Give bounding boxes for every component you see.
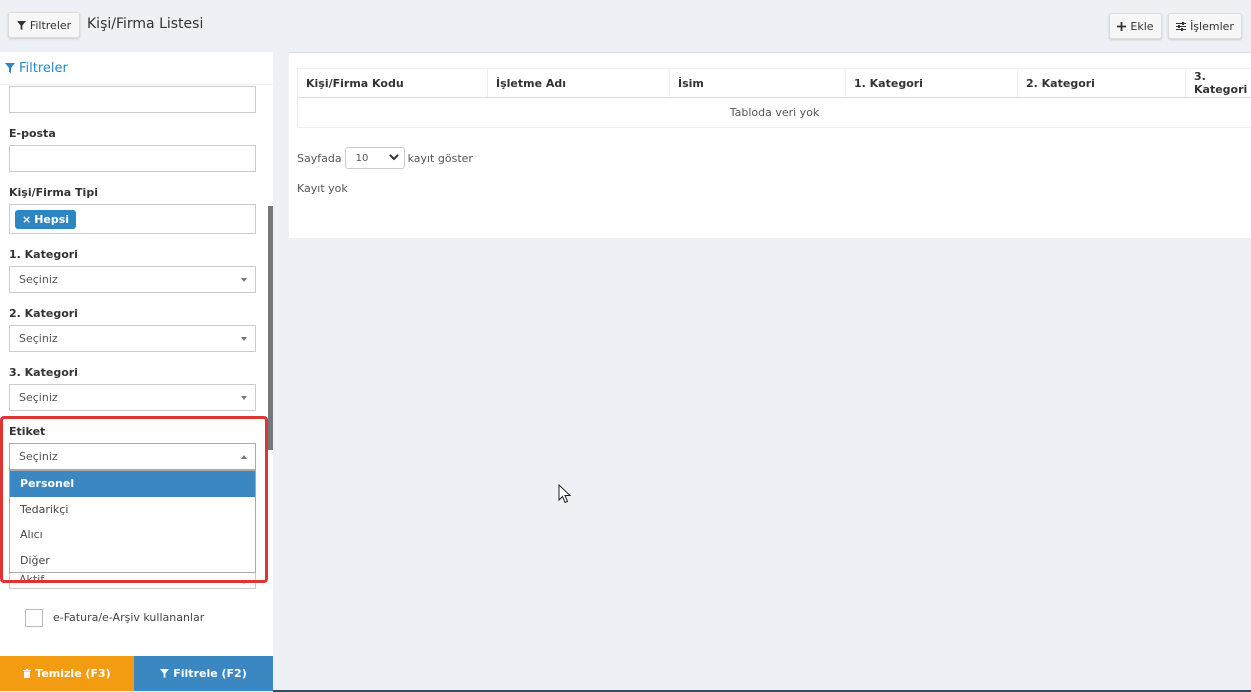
sliders-icon (1176, 21, 1187, 31)
pager-prefix: Sayfada (297, 151, 342, 165)
category3-value: Seçiniz (19, 391, 58, 404)
sidebar-header: Filtreler (0, 52, 273, 85)
filter-icon (160, 669, 170, 678)
filters-toggle-label: Filtreler (29, 18, 72, 32)
category2-value: Seçiniz (19, 332, 58, 345)
page-size-value: 10 (355, 152, 369, 164)
category1-value: Seçiniz (19, 273, 58, 286)
category1-label: 1. Kategori (9, 248, 78, 261)
caret-up-icon (241, 455, 247, 459)
record-info: Kayıt yok (297, 182, 348, 195)
contacts-table: Kişi/Firma Kodu İşletme Adı İsim 1. Kate… (297, 68, 1251, 128)
chevron-down-icon (388, 153, 399, 164)
empty-table-row: Tabloda veri yok (297, 98, 1251, 128)
pager-suffix: kayıt göster (407, 151, 473, 165)
remove-tag-icon[interactable]: × (22, 213, 31, 226)
add-button-label: Ekle (1130, 19, 1154, 33)
caret-down-icon (241, 396, 247, 400)
tag-option[interactable]: Alıcı (10, 522, 255, 548)
operations-button-label: İşlemler (1190, 19, 1234, 33)
caret-down-icon (241, 278, 247, 282)
sidebar-title: Filtreler (19, 60, 68, 76)
type-tag-all[interactable]: × Hepsi (15, 210, 77, 229)
caret-down-icon (241, 580, 247, 584)
tag-dropdown-list: Personel Tedarikçi Alıcı Diğer (9, 470, 256, 573)
page-size-select[interactable]: 10 (344, 147, 405, 169)
column-header[interactable]: 2. Kategori (1017, 69, 1185, 97)
tag-option[interactable]: Tedarikçi (10, 497, 255, 523)
tag-option[interactable]: Diğer (10, 548, 255, 574)
column-header[interactable]: 3. Kategori (1185, 69, 1251, 97)
filters-toggle-button[interactable]: Filtreler (8, 12, 80, 38)
type-multiselect[interactable]: × Hepsi (9, 204, 256, 234)
page-title: Kişi/Firma Listesi (87, 16, 204, 32)
sidebar-actions: Temizle (F3) Filtrele (F2) (0, 656, 273, 691)
clear-button[interactable]: Temizle (F3) (0, 656, 134, 691)
sidebar-scrollbar[interactable] (268, 206, 273, 450)
table-header: Kişi/Firma Kodu İşletme Adı İsim 1. Kate… (297, 68, 1251, 98)
category2-label: 2. Kategori (9, 307, 78, 320)
type-label: Kişi/Firma Tipi (9, 186, 98, 199)
column-header[interactable]: İşletme Adı (487, 69, 669, 97)
page-size-control: Sayfada 10 kayıt göster (297, 147, 473, 169)
add-button[interactable]: Ekle (1109, 13, 1162, 39)
list-panel: Kişi/Firma Kodu İşletme Adı İsim 1. Kate… (289, 52, 1251, 238)
clear-button-label: Temizle (F3) (35, 667, 111, 680)
category1-select[interactable]: Seçiniz (9, 266, 256, 293)
tag-value: Seçiniz (19, 450, 58, 463)
category3-select[interactable]: Seçiniz (9, 384, 256, 411)
email-label: E-posta (9, 127, 56, 140)
filter-icon (16, 20, 26, 30)
caret-down-icon (241, 337, 247, 341)
filter-icon (5, 63, 15, 73)
operations-button[interactable]: İşlemler (1168, 13, 1242, 39)
column-header[interactable]: 1. Kategori (845, 69, 1017, 97)
efatura-label: e-Fatura/e-Arşiv kullananlar (53, 611, 205, 624)
name-input[interactable] (9, 86, 256, 113)
efatura-checkbox[interactable] (25, 609, 43, 627)
tag-select[interactable]: Seçiniz (9, 443, 256, 470)
tag-option[interactable]: Personel (10, 471, 255, 497)
category2-select[interactable]: Seçiniz (9, 325, 256, 352)
tag-label: Etiket (9, 425, 46, 438)
status-value: Aktif (19, 573, 45, 586)
apply-filter-label: Filtrele (F2) (173, 667, 247, 680)
email-input[interactable] (9, 145, 256, 172)
plus-icon (1117, 21, 1127, 31)
mouse-cursor-icon (558, 484, 571, 504)
apply-filter-button[interactable]: Filtrele (F2) (134, 656, 273, 691)
trash-icon (23, 669, 32, 678)
column-header[interactable]: İsim (669, 69, 845, 97)
column-header[interactable]: Kişi/Firma Kodu (297, 69, 487, 97)
category3-label: 3. Kategori (9, 366, 78, 379)
type-tag-label: Hepsi (34, 213, 70, 226)
top-bar: Filtreler Kişi/Firma Listesi Ekle İşleml… (0, 0, 1251, 52)
